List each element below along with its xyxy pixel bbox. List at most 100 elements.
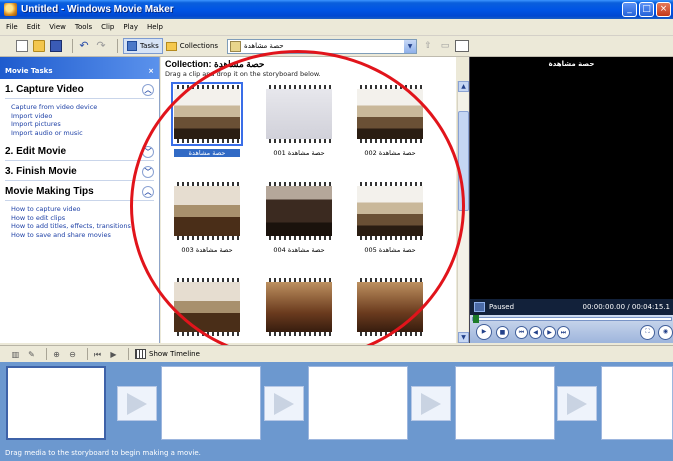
up-level-icon[interactable]: ⇧	[422, 40, 434, 52]
task-link[interactable]: How to add titles, effects, transitions	[11, 222, 154, 231]
transition-slot[interactable]	[264, 386, 304, 421]
maximize-button[interactable]: □	[639, 2, 654, 17]
show-timeline-button[interactable]: Show Timeline	[135, 349, 200, 359]
storyboard-slot[interactable]	[455, 366, 555, 440]
menu-file[interactable]: File	[6, 23, 18, 31]
menu-clip[interactable]: Clip	[101, 23, 114, 31]
chevron-down-icon[interactable]: ▼	[404, 39, 417, 53]
rewind-icon[interactable]: ◀	[529, 326, 542, 339]
clip-thumbnail[interactable]	[357, 278, 423, 336]
section-capture-video: 1. Capture Video ︿ Capture from video de…	[0, 81, 159, 141]
next-frame-icon[interactable]: ⏭	[557, 326, 570, 339]
storyboard-slot[interactable]	[161, 366, 261, 440]
previous-frame-icon[interactable]: ⏮	[515, 326, 528, 339]
rewind-storyboard-icon[interactable]: ⏮	[92, 349, 103, 360]
close-tasks-icon[interactable]: ×	[148, 67, 154, 75]
monitor-icon	[474, 302, 485, 312]
transition-slot[interactable]	[557, 386, 597, 421]
chevron-up-icon[interactable]: ︿	[142, 83, 154, 96]
scroll-down-icon[interactable]: ▼	[458, 332, 469, 343]
menu-play[interactable]: Play	[123, 23, 138, 31]
clip-tile[interactable]: حصة مشاهدة	[171, 82, 243, 157]
clip-label: حصة مشاهدة 002	[364, 149, 416, 157]
narrate-icon[interactable]: ✎	[26, 349, 37, 360]
task-link[interactable]: Import audio or music	[11, 129, 154, 138]
scroll-up-icon[interactable]: ▲	[458, 81, 469, 92]
clip-thumbnail[interactable]	[171, 82, 243, 146]
storyboard-slot[interactable]	[308, 366, 408, 440]
storyboard-slot[interactable]	[601, 366, 673, 440]
zoom-in-icon[interactable]: ⊕	[51, 349, 62, 360]
clip-tile[interactable]: حصة مشاهدة 004	[266, 182, 332, 254]
collection-instructions: Drag a clip and drop it on the storyboar…	[165, 70, 321, 78]
clip-tile[interactable]: حصة مشاهدة 003	[174, 182, 240, 254]
section-movie-making-tips: Movie Making Tips ︿ How to capture video…	[0, 183, 159, 243]
task-links: Capture from video device Import video I…	[5, 99, 154, 141]
clip-thumbnail[interactable]	[174, 182, 240, 240]
task-link[interactable]: How to capture video	[11, 205, 154, 214]
clip-thumbnail[interactable]	[266, 85, 332, 143]
undo-icon[interactable]: ↶	[78, 40, 90, 52]
seek-handle[interactable]	[473, 315, 479, 323]
task-links: How to capture video How to edit clips H…	[5, 201, 154, 243]
snapshot-icon[interactable]: ◉	[658, 325, 673, 340]
collections-button[interactable]: Collections	[163, 38, 221, 54]
clip-tile[interactable]	[357, 278, 423, 336]
fullscreen-icon[interactable]: ⛶	[640, 325, 655, 340]
clip-tile[interactable]	[266, 278, 332, 336]
collection-scrollbar[interactable]: ▲ ▼	[457, 81, 469, 343]
seek-bar[interactable]	[472, 315, 672, 323]
task-link[interactable]: Import video	[11, 112, 154, 121]
scrollbar-thumb[interactable]	[458, 111, 469, 211]
chevron-down-icon[interactable]: ﹀	[142, 165, 154, 178]
stop-icon[interactable]: ■	[496, 326, 509, 339]
open-project-icon[interactable]	[33, 40, 45, 52]
save-project-icon[interactable]	[50, 40, 62, 52]
redo-icon[interactable]: ↷	[95, 40, 107, 52]
clip-tile[interactable]: حصة مشاهدة 002	[357, 85, 423, 157]
section-title[interactable]: 3. Finish Movie ﹀	[5, 163, 154, 181]
task-link[interactable]: How to edit clips	[11, 214, 154, 223]
views-icon[interactable]	[455, 40, 470, 52]
collection-dropdown[interactable]: حصة مشاهدة ▼	[227, 38, 418, 54]
clip-tile[interactable]: حصة مشاهدة 005	[357, 182, 423, 254]
menu-help[interactable]: Help	[147, 23, 163, 31]
audio-levels-icon[interactable]: ▥	[10, 349, 21, 360]
section-title[interactable]: 2. Edit Movie ﹀	[5, 143, 154, 161]
preview-monitor: حصة مشاهدة Paused 00:00:00.00 / 00:04:15…	[469, 57, 673, 343]
transition-slot[interactable]	[117, 386, 157, 421]
forward-icon[interactable]: ▶	[543, 326, 556, 339]
clip-thumbnail[interactable]	[357, 85, 423, 143]
storyboard[interactable]	[0, 362, 673, 443]
play-icon[interactable]: ▶	[476, 324, 492, 340]
chevron-up-icon[interactable]: ︿	[142, 185, 154, 198]
section-title[interactable]: 1. Capture Video ︿	[5, 81, 154, 99]
task-link[interactable]: Capture from video device	[11, 103, 154, 112]
section-title[interactable]: Movie Making Tips ︿	[5, 183, 154, 201]
minimize-button[interactable]: _	[622, 2, 637, 17]
storyboard-slot[interactable]	[6, 366, 106, 440]
close-button[interactable]: ×	[656, 2, 671, 17]
menu-tools[interactable]: Tools	[75, 23, 92, 31]
clip-grid: حصة مشاهدة حصة مشاهدة 001 حصة مشاهدة 002…	[161, 81, 456, 343]
clip-thumbnail[interactable]	[266, 278, 332, 336]
transition-slot[interactable]	[411, 386, 451, 421]
player-status-bar: Paused 00:00:00.00 / 00:04:15.1	[470, 299, 673, 315]
timeline-icon	[135, 349, 146, 359]
clip-thumbnail[interactable]	[266, 182, 332, 240]
chevron-down-icon[interactable]: ﹀	[142, 145, 154, 158]
task-link[interactable]: How to save and share movies	[11, 231, 154, 240]
menu-view[interactable]: View	[49, 23, 66, 31]
zoom-out-icon[interactable]: ⊖	[67, 349, 78, 360]
tasks-button[interactable]: Tasks	[123, 38, 163, 54]
clip-thumbnail[interactable]	[357, 182, 423, 240]
menu-edit[interactable]: Edit	[27, 23, 41, 31]
new-folder-icon[interactable]: ▭	[439, 40, 451, 52]
new-project-icon[interactable]	[16, 40, 28, 52]
clip-tile[interactable]: حصة مشاهدة 001	[266, 85, 332, 157]
play-storyboard-icon[interactable]: ▶	[108, 349, 119, 360]
clip-thumbnail[interactable]	[174, 278, 240, 336]
task-link[interactable]: Import pictures	[11, 120, 154, 129]
clip-tile[interactable]	[174, 278, 240, 336]
movie-tasks-pane: Movie Tasks × 1. Capture Video ︿ Capture…	[0, 57, 160, 343]
